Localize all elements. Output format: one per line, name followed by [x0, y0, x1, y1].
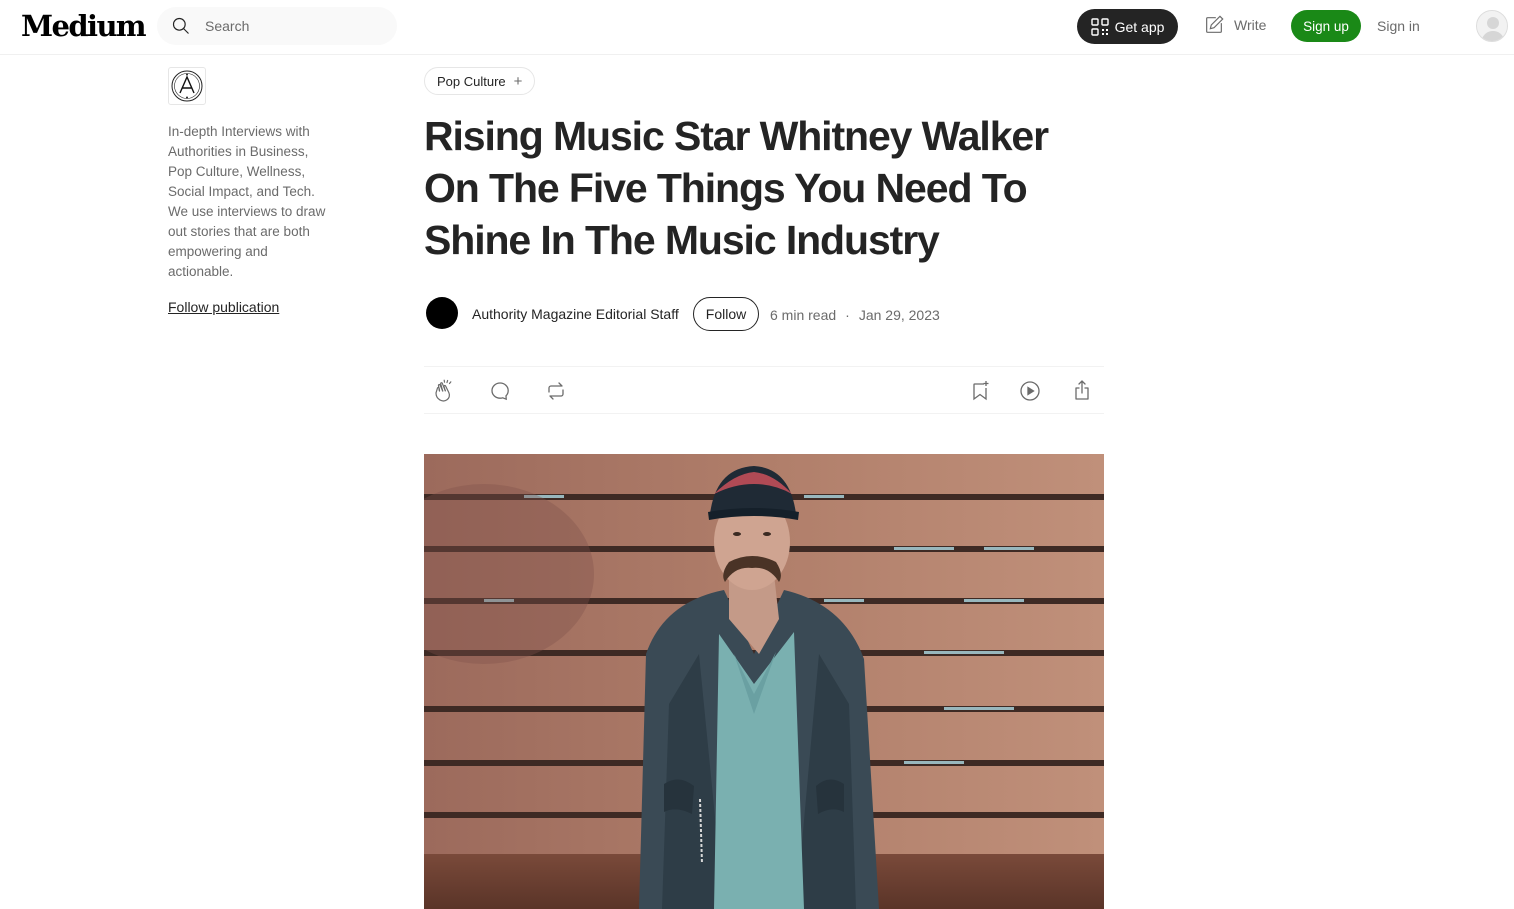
- author-name[interactable]: Authority Magazine Editorial Staff: [472, 306, 679, 322]
- repost-icon[interactable]: [544, 379, 568, 403]
- article-hero-image: [424, 454, 1104, 909]
- publish-date: Jan 29, 2023: [858, 307, 940, 323]
- search-icon: [172, 17, 189, 34]
- clap-icon[interactable]: [432, 379, 456, 403]
- meta-separator: ·: [845, 307, 850, 323]
- topic-tag[interactable]: Pop Culture +: [424, 67, 536, 95]
- sign-up-button[interactable]: Sign up: [1291, 10, 1361, 42]
- listen-icon[interactable]: [1018, 379, 1042, 403]
- top-navigation-bar: Medium Get app Write Sign up Sign in: [0, 0, 1514, 55]
- get-app-label: Get app: [1114, 18, 1165, 35]
- share-icon[interactable]: [1070, 379, 1094, 403]
- sign-in-link[interactable]: Sign in: [1377, 18, 1420, 34]
- write-label: Write: [1234, 17, 1267, 33]
- article-title: Rising Music Star Whitney Walker On The …: [424, 113, 1049, 263]
- comment-icon[interactable]: [488, 379, 512, 403]
- user-avatar-icon[interactable]: [1476, 10, 1508, 42]
- medium-logo[interactable]: Medium: [21, 9, 147, 43]
- search-input[interactable]: [205, 18, 375, 34]
- author-avatar[interactable]: [426, 297, 458, 329]
- bookmark-icon[interactable]: [968, 379, 992, 403]
- search-box[interactable]: [157, 7, 397, 45]
- publication-description: In-depth Interviews with Authorities in …: [168, 124, 326, 279]
- get-app-button[interactable]: Get app: [1077, 9, 1178, 44]
- read-time: 6 min read: [770, 307, 837, 323]
- qr-code-icon: [1090, 17, 1109, 36]
- article-action-bar: [424, 366, 1104, 414]
- write-icon: [1206, 15, 1224, 33]
- topic-tag-label: Pop Culture: [437, 73, 506, 89]
- follow-author-button[interactable]: Follow: [693, 297, 759, 331]
- article-meta: 6 min read · Jan 29, 2023: [770, 307, 940, 323]
- follow-publication-link[interactable]: Follow publication: [168, 299, 279, 315]
- publication-logo[interactable]: [168, 67, 206, 105]
- write-button[interactable]: Write: [1203, 14, 1266, 36]
- plus-icon: +: [513, 72, 523, 90]
